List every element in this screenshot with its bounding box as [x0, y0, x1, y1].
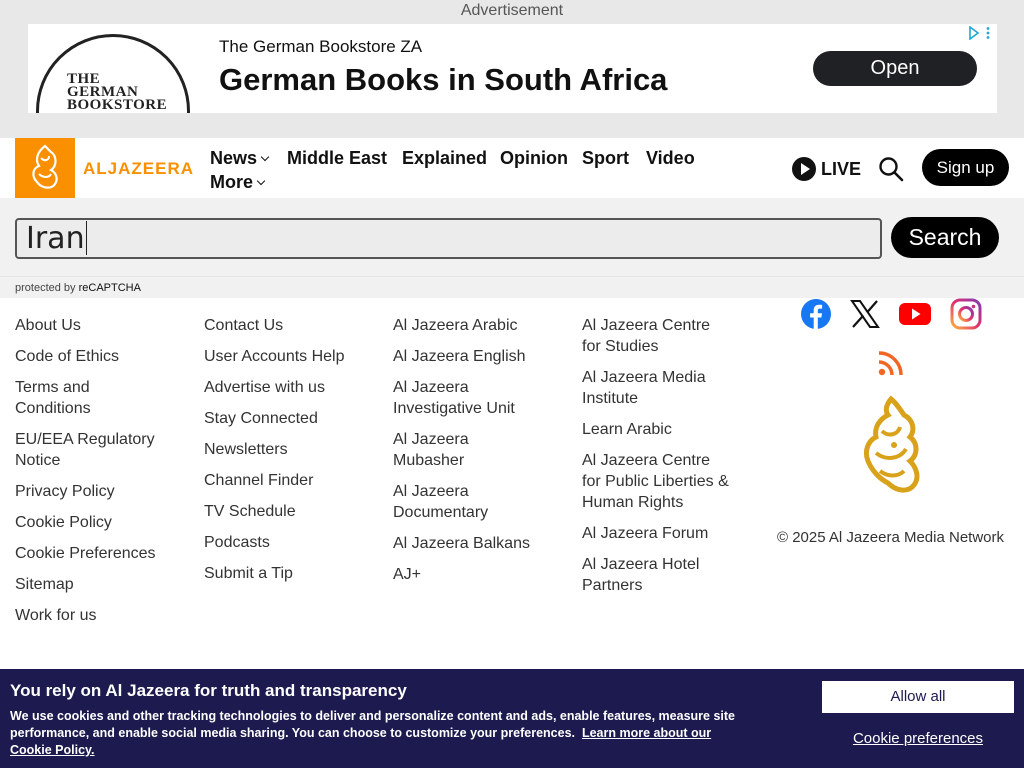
ad-headline: German Books in South Africa [219, 62, 668, 97]
recaptcha-notice: protected by reCAPTCHA [15, 282, 141, 294]
footer-link[interactable]: Learn Arabic [582, 419, 752, 440]
footer-link[interactable]: Al Jazeera Centre for Public Liberties &… [582, 450, 732, 513]
search-input[interactable]: Iran [15, 218, 882, 259]
instagram-icon[interactable] [950, 298, 982, 330]
nav-news[interactable]: News [210, 148, 270, 169]
footer-link[interactable]: Podcasts [204, 532, 374, 553]
youtube-icon[interactable] [899, 298, 931, 330]
cookie-title: You rely on Al Jazeera for truth and tra… [10, 681, 407, 700]
allow-all-button[interactable]: Allow all [822, 681, 1014, 713]
footer-link[interactable]: Al Jazeera Media Institute [582, 367, 732, 409]
footer-link[interactable]: TV Schedule [204, 501, 374, 522]
footer-link[interactable]: Al Jazeera Hotel Partners [582, 554, 712, 596]
footer-link[interactable]: Al Jazeera Investigative Unit [393, 377, 533, 419]
footer-link[interactable]: Privacy Policy [15, 481, 185, 502]
live-label: LIVE [821, 158, 862, 179]
nav-sport[interactable]: Sport [582, 148, 629, 169]
ad-advertiser: The German Bookstore ZA [219, 37, 423, 56]
aljazeera-wordmark[interactable]: ALJAZEERA [83, 159, 194, 179]
search-button[interactable]: Search [891, 217, 999, 258]
x-icon[interactable] [849, 298, 881, 330]
live-button[interactable]: LIVE [792, 157, 861, 181]
copyright-text: © 2025 Al Jazeera Media Network [777, 529, 1004, 546]
site-header: ALJAZEERA News Middle East Explained Opi… [0, 138, 1024, 198]
facebook-icon[interactable] [800, 298, 832, 330]
footer-link[interactable]: Al Jazeera Balkans [393, 533, 563, 554]
footer-link[interactable]: Contact Us [204, 315, 374, 336]
bookstore-logo: THE GERMAN BOOKSTORE [36, 34, 190, 113]
footer-link[interactable]: Work for us [15, 605, 185, 626]
footer-link[interactable]: Sitemap [15, 574, 185, 595]
ad-banner-area: Advertisement THE GERMAN BOOKSTORE The G… [0, 0, 1024, 138]
footer-link[interactable]: Advertise with us [204, 377, 374, 398]
nav-opinion[interactable]: Opinion [500, 148, 568, 169]
nav-explained[interactable]: Explained [402, 148, 487, 169]
footer-link[interactable]: Al Jazeera Centre for Studies [582, 315, 732, 357]
footer-link[interactable]: Channel Finder [204, 470, 374, 491]
footer-link[interactable]: Cookie Preferences [15, 543, 185, 564]
text-caret [85, 220, 88, 255]
nav-more[interactable]: More [210, 172, 266, 193]
search-input-value: Iran [26, 221, 85, 256]
recaptcha-link[interactable]: reCAPTCHA [79, 282, 141, 294]
ad-choices-icon[interactable] [968, 26, 992, 40]
footer-link[interactable]: Al Jazeera English [393, 346, 563, 367]
divider [0, 276, 1024, 277]
footer-link[interactable]: Al Jazeera Arabic [393, 315, 563, 336]
ad-open-button[interactable]: Open [813, 51, 977, 86]
nav-video[interactable]: Video [646, 148, 695, 169]
footer-link[interactable]: Al Jazeera Forum [582, 523, 752, 544]
nav-middle-east[interactable]: Middle East [287, 148, 387, 169]
footer-col-network: Al Jazeera Arabic Al Jazeera English Al … [393, 315, 563, 595]
rss-icon[interactable] [878, 350, 904, 376]
footer-col-contact: Contact Us User Accounts Help Advertise … [204, 315, 374, 594]
footer-link[interactable]: EU/EEA Regulatory Notice [15, 429, 175, 471]
footer-link[interactable]: About Us [15, 315, 185, 336]
aljazeera-gold-logo [863, 395, 920, 493]
footer-link[interactable]: Newsletters [204, 439, 374, 460]
play-icon [792, 157, 816, 181]
footer-link[interactable]: Submit a Tip [204, 563, 374, 584]
footer-link[interactable]: Al Jazeera Mubasher [393, 429, 503, 471]
search-icon[interactable] [878, 156, 904, 182]
footer-link[interactable]: Code of Ethics [15, 346, 185, 367]
bookstore-logo-text: THE GERMAN BOOKSTORE [67, 71, 168, 113]
footer-col-institutions: Al Jazeera Centre for Studies Al Jazeera… [582, 315, 752, 606]
footer-link[interactable]: Al Jazeera Documentary [393, 481, 503, 523]
chevron-down-icon [256, 176, 266, 186]
sign-up-button[interactable]: Sign up [922, 149, 1009, 186]
search-panel: Iran Search protected by reCAPTCHA [0, 198, 1024, 298]
footer-link[interactable]: AJ+ [393, 564, 563, 585]
footer-link[interactable]: Stay Connected [204, 408, 374, 429]
footer-col-about: About Us Code of Ethics Terms and Condit… [15, 315, 185, 636]
cookie-banner: You rely on Al Jazeera for truth and tra… [0, 669, 1024, 768]
ad-creative[interactable]: THE GERMAN BOOKSTORE The German Bookstor… [28, 24, 997, 113]
aljazeera-logo-icon[interactable] [15, 138, 75, 198]
footer-link[interactable]: Cookie Policy [15, 512, 185, 533]
cookie-preferences-button[interactable]: Cookie preferences [822, 730, 1014, 747]
ad-label: Advertisement [460, 2, 564, 19]
chevron-down-icon [260, 152, 270, 162]
cookie-description: We use cookies and other tracking techno… [10, 709, 735, 757]
footer-link[interactable]: User Accounts Help [204, 346, 374, 367]
footer-link[interactable]: Terms and Conditions [15, 377, 135, 419]
